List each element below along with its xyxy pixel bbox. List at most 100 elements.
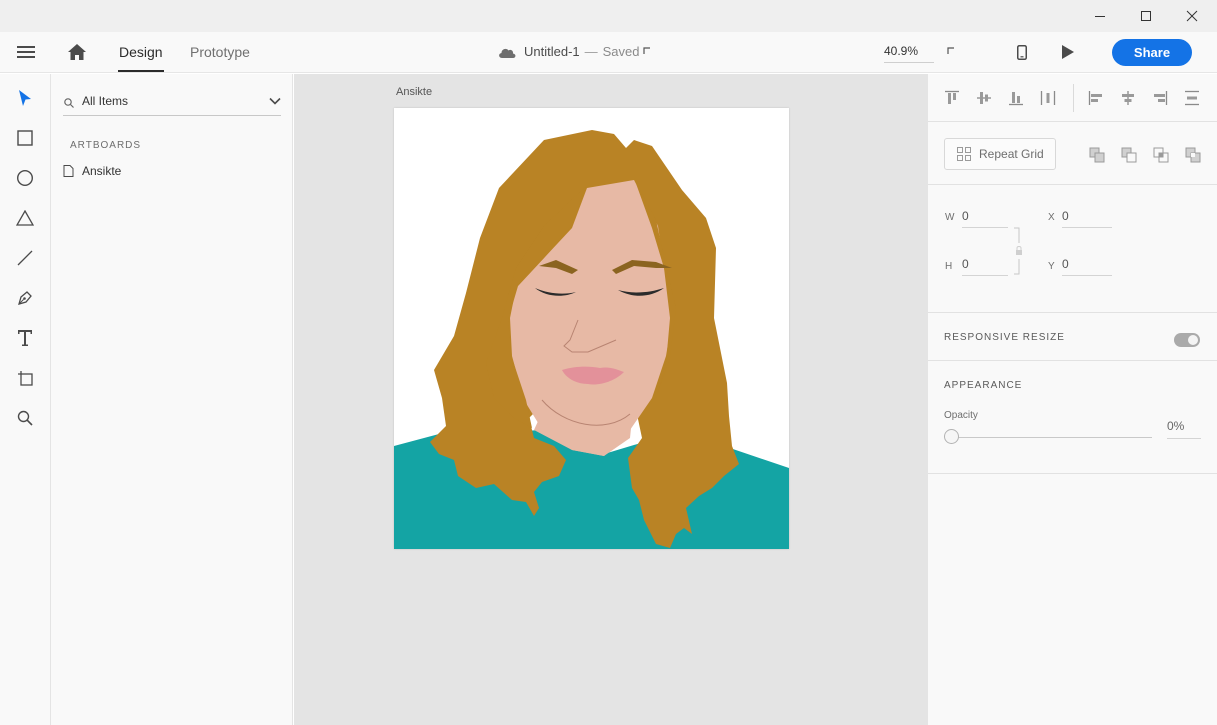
artboard-tool[interactable]	[13, 366, 37, 390]
artboard[interactable]	[394, 108, 789, 549]
device-preview-button[interactable]	[1013, 43, 1031, 61]
line-tool[interactable]	[13, 246, 37, 270]
align-left-icon	[1088, 91, 1102, 105]
maximize-button[interactable]	[1123, 0, 1169, 32]
boolean-exclude-button[interactable]	[1184, 146, 1202, 164]
tab-prototype[interactable]: Prototype	[190, 44, 250, 72]
minimize-button[interactable]	[1077, 0, 1123, 32]
hamburger-menu-button[interactable]	[15, 43, 37, 61]
mobile-device-icon	[1017, 44, 1027, 60]
opacity-label: Opacity	[944, 410, 978, 421]
minimize-icon	[1095, 16, 1105, 17]
distribute-horizontal-icon	[1040, 91, 1056, 105]
chevron-down-icon	[269, 97, 281, 105]
zoom-underline	[884, 62, 934, 63]
align-left-button[interactable]	[1086, 88, 1106, 108]
rectangle-icon	[17, 130, 33, 146]
align-bottom-button[interactable]	[1006, 88, 1026, 108]
boolean-subtract-icon	[1121, 147, 1137, 163]
x-input[interactable]: 0	[1062, 209, 1112, 228]
align-top-icon	[945, 90, 959, 104]
height-input[interactable]: 0	[962, 257, 1008, 276]
select-tool[interactable]	[13, 86, 37, 110]
select-icon	[19, 90, 31, 106]
opacity-input[interactable]: 0%	[1167, 419, 1201, 439]
distribute-vertical-button[interactable]	[1182, 88, 1202, 108]
artboards-section-label: ARTBOARDS	[70, 140, 142, 151]
align-right-icon	[1154, 91, 1168, 105]
portrait-illustration[interactable]	[394, 108, 789, 549]
boolean-add-button[interactable]	[1088, 146, 1106, 164]
lock-aspect-button[interactable]	[1014, 227, 1022, 275]
align-middle-icon	[977, 92, 991, 104]
title-separator: —	[584, 44, 598, 59]
tools-panel	[0, 74, 51, 725]
play-preview-button[interactable]	[1059, 43, 1077, 61]
polygon-tool[interactable]	[13, 206, 37, 230]
boolean-exclude-icon	[1185, 147, 1201, 163]
zoom-icon	[17, 410, 33, 426]
pen-tool[interactable]	[13, 286, 37, 310]
align-center-button[interactable]	[1118, 88, 1138, 108]
boolean-add-icon	[1089, 147, 1105, 163]
lock-icon	[1014, 227, 1022, 275]
width-label: W	[945, 212, 955, 223]
responsive-resize-label: RESPONSIVE RESIZE	[944, 332, 1065, 343]
opacity-slider-track[interactable]	[958, 437, 1152, 438]
align-top-button[interactable]	[942, 88, 962, 108]
zoom-tool[interactable]	[13, 406, 37, 430]
text-icon	[18, 330, 32, 346]
property-inspector: Repeat Grid W 0 X 0 H 0 Y 0 RESPONSIVE R…	[927, 74, 1217, 725]
ellipse-icon	[16, 169, 34, 187]
boolean-intersect-button[interactable]	[1152, 146, 1170, 164]
cloud-icon	[497, 44, 517, 60]
share-button[interactable]: Share	[1112, 39, 1192, 66]
repeat-grid-label: Repeat Grid	[979, 147, 1044, 161]
artboard-icon	[18, 371, 33, 386]
pen-icon	[18, 291, 32, 305]
artboard-title[interactable]: Ansikte	[396, 86, 432, 98]
appearance-row: APPEARANCE Opacity	[928, 361, 1217, 474]
y-input[interactable]: 0	[1062, 257, 1112, 276]
repeat-grid-row: Repeat Grid	[928, 122, 1217, 185]
layers-panel: All Items ARTBOARDS Ansikte	[51, 74, 293, 725]
align-center-icon	[1122, 91, 1134, 105]
document-dropdown-icon[interactable]	[642, 46, 652, 56]
opacity-slider-handle[interactable]	[944, 429, 959, 444]
tab-design[interactable]: Design	[118, 44, 164, 72]
responsive-resize-row: RESPONSIVE RESIZE	[928, 313, 1217, 361]
boolean-intersect-icon	[1153, 147, 1169, 163]
home-button[interactable]	[66, 42, 88, 62]
design-canvas[interactable]: Ansikte	[294, 74, 927, 725]
boolean-subtract-button[interactable]	[1120, 146, 1138, 164]
close-icon	[1186, 10, 1198, 22]
x-label: X	[1048, 212, 1055, 223]
align-divider	[1073, 84, 1074, 112]
align-middle-button[interactable]	[974, 88, 994, 108]
artboard-list-item[interactable]: Ansikte	[63, 162, 121, 180]
height-label: H	[945, 261, 953, 272]
layers-filter-dropdown[interactable]: All Items	[63, 90, 281, 116]
ellipse-tool[interactable]	[13, 166, 37, 190]
document-name: Untitled-1	[524, 44, 580, 59]
rectangle-tool[interactable]	[13, 126, 37, 150]
distribute-vertical-icon	[1185, 90, 1199, 106]
zoom-dropdown-icon[interactable]	[946, 46, 956, 56]
repeat-grid-button[interactable]: Repeat Grid	[944, 138, 1056, 170]
repeat-grid-icon	[957, 147, 971, 161]
align-right-button[interactable]	[1150, 88, 1170, 108]
artboard-page-icon	[63, 165, 74, 177]
hamburger-menu-icon	[17, 46, 35, 58]
close-button[interactable]	[1169, 0, 1215, 32]
window-title-bar	[0, 0, 1217, 32]
width-input[interactable]: 0	[962, 209, 1008, 228]
text-tool[interactable]	[13, 326, 37, 350]
app-toolbar: Design Prototype Untitled-1— Saved 40.9% …	[0, 32, 1217, 73]
zoom-level[interactable]: 40.9%	[884, 44, 946, 58]
transform-row: W 0 X 0 H 0 Y 0	[928, 185, 1217, 313]
polygon-icon	[16, 210, 34, 226]
filter-value: All Items	[82, 94, 129, 108]
distribute-horizontal-button[interactable]	[1038, 88, 1058, 108]
responsive-resize-toggle[interactable]	[1174, 333, 1200, 347]
document-title[interactable]: Untitled-1 — Saved	[524, 44, 640, 59]
